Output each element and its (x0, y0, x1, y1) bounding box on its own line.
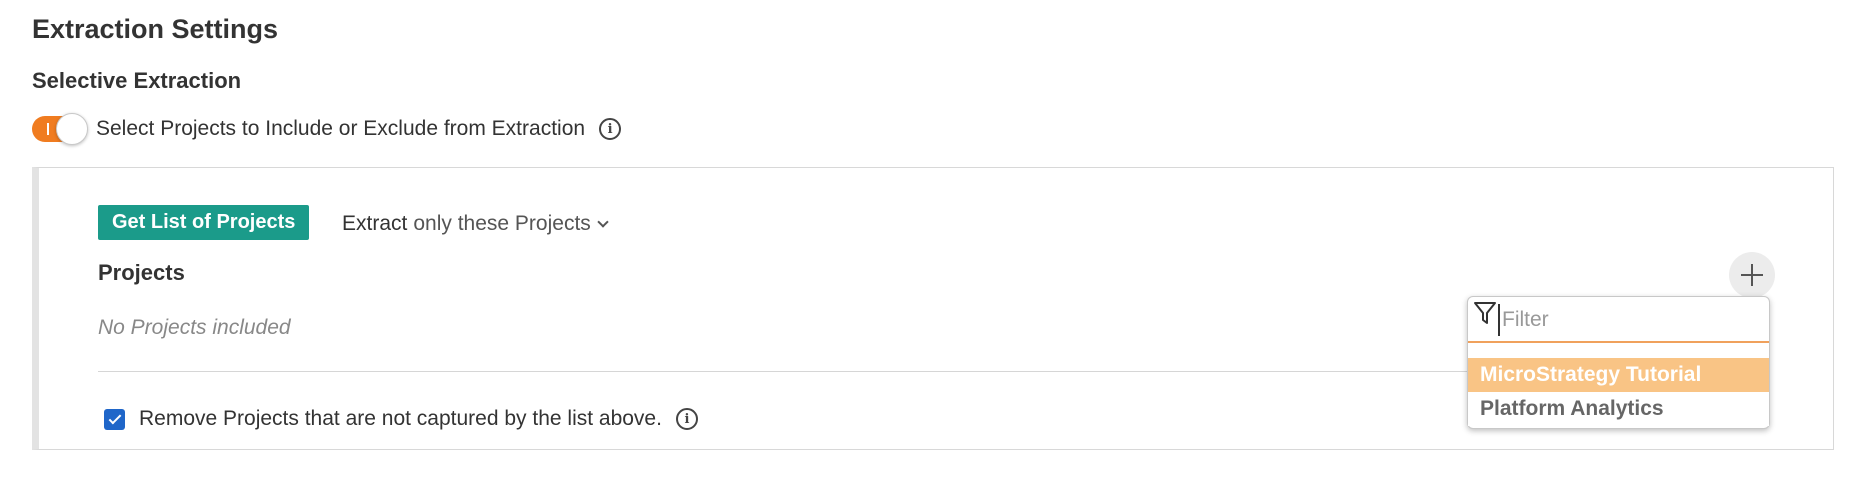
extract-mode-value: only these Projects (413, 212, 591, 235)
empty-projects-message: No Projects included (98, 316, 291, 339)
remove-projects-checkbox[interactable] (104, 408, 125, 430)
info-icon[interactable]: i (675, 408, 698, 430)
chevron-down-icon (597, 215, 609, 228)
toggle-on-indicator (47, 123, 49, 135)
page-title: Extraction Settings (32, 14, 279, 44)
extract-label: Extract (342, 212, 408, 235)
toggle-label: Select Projects to Include or Exclude fr… (96, 117, 586, 140)
extract-mode-row: Extract only these Projects (342, 212, 609, 236)
remove-projects-row: Remove Projects that are not captured by… (104, 407, 698, 431)
selective-extraction-toggle[interactable] (32, 113, 88, 145)
toggle-knob[interactable] (56, 113, 88, 145)
check-icon (108, 411, 121, 424)
remove-projects-label: Remove Projects that are not captured by… (139, 407, 662, 430)
filter-icon (1474, 302, 1496, 324)
divider (98, 371, 1478, 372)
get-list-of-projects-button[interactable]: Get List of Projects (98, 205, 310, 240)
projects-heading: Projects (98, 260, 185, 285)
dropdown-option[interactable]: Platform Analytics (1468, 392, 1769, 426)
extraction-settings-page: Extraction Settings Selective Extraction… (0, 0, 1856, 484)
info-icon[interactable]: i (599, 118, 622, 140)
add-project-button[interactable] (1729, 252, 1775, 298)
dropdown-option[interactable]: MicroStrategy Tutorial (1468, 358, 1769, 392)
plus-icon (1741, 264, 1763, 286)
section-title: Selective Extraction (32, 68, 242, 93)
extract-mode-dropdown[interactable]: only these Projects (413, 212, 609, 236)
filter-input[interactable] (1498, 304, 1758, 336)
project-picker-dropdown: MicroStrategy Tutorial Platform Analytic… (1467, 296, 1770, 429)
selective-extraction-row: Select Projects to Include or Exclude fr… (32, 113, 622, 145)
filter-box (1468, 297, 1769, 343)
